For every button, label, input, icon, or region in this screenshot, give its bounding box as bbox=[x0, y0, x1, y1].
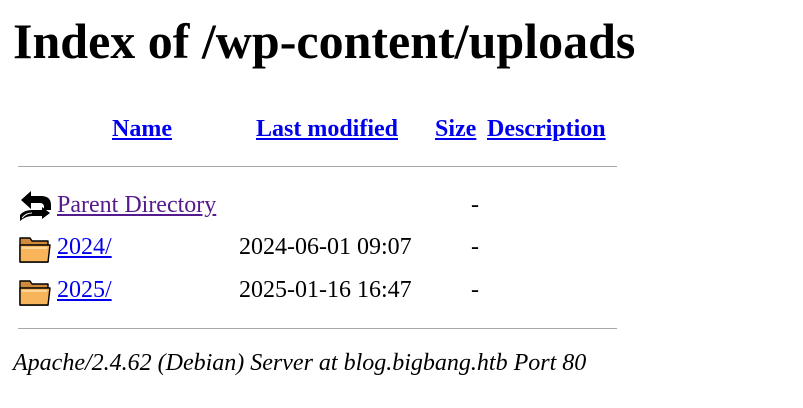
sort-by-name-link[interactable]: Name bbox=[112, 114, 172, 144]
parent-directory-link[interactable]: Parent Directory bbox=[57, 190, 216, 220]
folder-link-2025[interactable]: 2025/ bbox=[57, 275, 112, 305]
size-cell: - bbox=[471, 192, 479, 218]
server-signature: Apache/2.4.62 (Debian) Server at blog.bi… bbox=[13, 350, 587, 376]
folder-icon bbox=[19, 280, 51, 306]
page-title: Index of /wp-content/uploads bbox=[13, 13, 636, 69]
last-modified-cell: 2025-01-16 16:47 bbox=[239, 277, 412, 303]
sort-by-description-link[interactable]: Description bbox=[487, 114, 606, 144]
last-modified-cell: 2024-06-01 09:07 bbox=[239, 234, 412, 260]
back-icon bbox=[20, 191, 51, 221]
table-row: 2025/ 2025-01-16 16:47 - bbox=[0, 271, 803, 311]
header-divider bbox=[18, 166, 617, 167]
folder-icon bbox=[19, 237, 51, 263]
table-row: 2024/ 2024-06-01 09:07 - bbox=[0, 228, 803, 268]
size-cell: - bbox=[471, 234, 479, 260]
table-row: Parent Directory - bbox=[0, 186, 803, 226]
size-cell: - bbox=[471, 277, 479, 303]
folder-link-2024[interactable]: 2024/ bbox=[57, 232, 112, 262]
sort-by-last-modified-link[interactable]: Last modified bbox=[256, 114, 398, 144]
sort-by-size-link[interactable]: Size bbox=[435, 114, 476, 144]
footer-divider bbox=[18, 328, 617, 329]
